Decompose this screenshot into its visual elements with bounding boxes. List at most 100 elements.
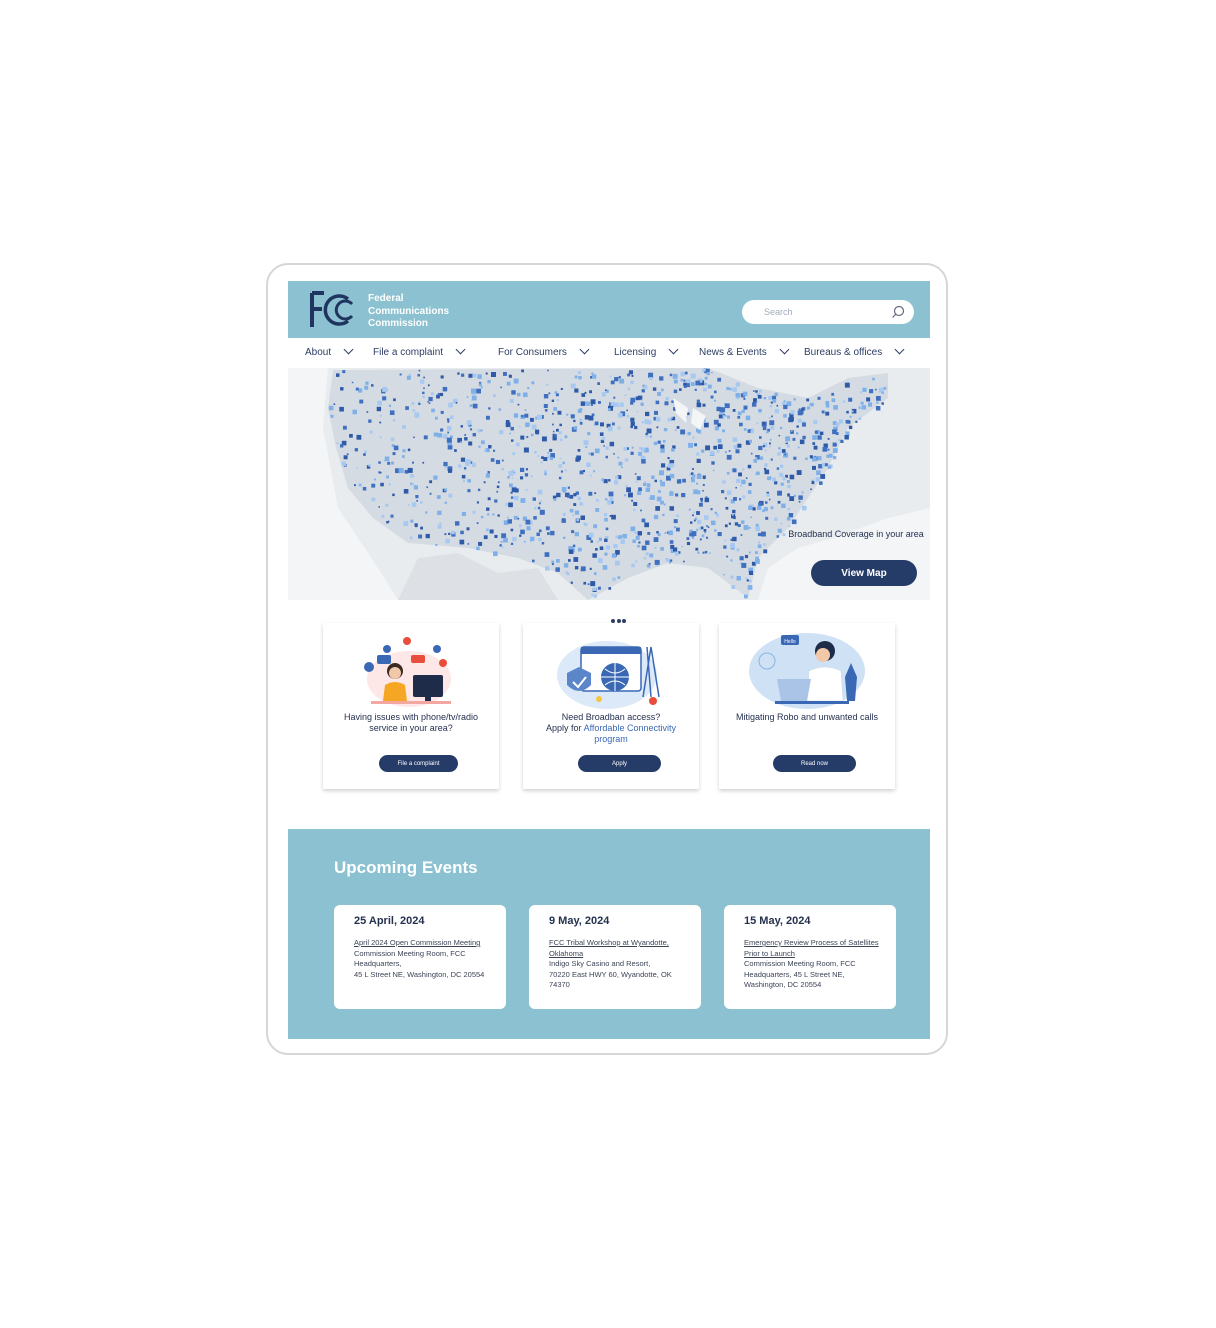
coverage-dot: [702, 551, 705, 554]
coverage-dot: [780, 426, 783, 430]
coverage-dot: [768, 396, 773, 400]
apply-button[interactable]: Apply: [578, 755, 661, 772]
coverage-dot: [476, 388, 481, 394]
coverage-dot: [592, 553, 597, 558]
affordable-connectivity-link[interactable]: Affordable Connectivity program: [584, 723, 676, 744]
read-now-button[interactable]: Read now: [773, 755, 856, 772]
coverage-dot: [485, 372, 488, 375]
coverage-dot: [417, 374, 420, 377]
coverage-dot: [849, 415, 852, 418]
coverage-dot: [368, 419, 372, 423]
coverage-dot: [507, 519, 512, 524]
coverage-dot: [423, 435, 428, 440]
coverage-dot: [703, 477, 706, 480]
coverage-dot: [777, 500, 781, 504]
event-card[interactable]: 15 May, 2024 Emergency Review Process of…: [724, 905, 896, 1009]
coverage-dot: [388, 483, 391, 486]
coverage-dot: [673, 379, 678, 384]
coverage-dot: [462, 479, 465, 482]
event-date: 9 May, 2024: [549, 915, 610, 927]
view-map-button[interactable]: View Map: [811, 560, 917, 586]
coverage-dot: [811, 481, 815, 485]
coverage-dot: [816, 470, 821, 475]
coverage-dot: [755, 390, 758, 393]
nav-item-file-complaint[interactable]: File a complaint: [373, 344, 466, 358]
coverage-dot: [448, 493, 453, 498]
event-link[interactable]: Emergency Review Process of Satellites P…: [744, 938, 886, 959]
coverage-dot: [655, 400, 660, 405]
card-text: Mitigating Robo and unwanted calls: [735, 712, 879, 722]
coverage-dot: [362, 487, 367, 491]
coverage-dot: [660, 481, 665, 487]
coverage-dot: [612, 577, 616, 582]
coverage-dot: [750, 452, 753, 455]
coverage-dot: [513, 378, 519, 384]
coverage-dot: [783, 404, 788, 410]
coverage-dot: [403, 521, 409, 526]
coverage-dot: [494, 499, 498, 503]
coverage-dot: [761, 531, 766, 537]
nav-label: Licensing: [614, 347, 657, 358]
coverage-dot: [743, 397, 746, 400]
coverage-dot: [570, 414, 575, 419]
file-complaint-button[interactable]: File a complaint: [379, 755, 458, 772]
coverage-dot: [503, 372, 507, 376]
coverage-dot: [393, 398, 396, 402]
coverage-dot: [466, 527, 470, 531]
coverage-dot: [732, 509, 736, 514]
coverage-dot: [648, 372, 654, 378]
coverage-dot: [696, 528, 699, 531]
coverage-dot: [831, 392, 835, 396]
coverage-dot: [861, 405, 867, 410]
coverage-dot: [537, 489, 543, 495]
coverage-dot: [653, 514, 659, 520]
coverage-dot: [510, 491, 513, 494]
coverage-dot: [711, 520, 716, 526]
coverage-dot: [660, 448, 665, 453]
coverage-dot: [427, 384, 430, 387]
coverage-dot: [545, 566, 550, 571]
coverage-dot: [579, 422, 583, 425]
coverage-dot: [605, 527, 609, 531]
event-link[interactable]: April 2024 Open Commission Meeting: [354, 938, 496, 949]
event-card[interactable]: 25 April, 2024 April 2024 Open Commissio…: [334, 905, 506, 1009]
org-name[interactable]: Federal Communications Commission: [368, 293, 449, 331]
coverage-dot: [622, 533, 627, 539]
coverage-dot: [753, 459, 758, 463]
coverage-dot: [724, 524, 728, 528]
coverage-dot: [524, 413, 529, 418]
coverage-dot: [705, 445, 710, 451]
coverage-dot: [550, 456, 554, 460]
coverage-dot: [579, 502, 583, 506]
coverage-dot: [671, 448, 675, 452]
coverage-dot: [543, 404, 548, 408]
search-icon[interactable]: [890, 304, 906, 320]
coverage-dot: [758, 408, 762, 413]
coverage-dot: [699, 538, 702, 541]
coverage-dot: [485, 473, 490, 478]
coverage-dot: [488, 407, 491, 410]
coverage-dot: [749, 439, 752, 443]
nav-item-licensing[interactable]: Licensing: [614, 344, 679, 358]
nav-item-news-events[interactable]: News & Events: [699, 344, 790, 358]
coverage-dot: [757, 532, 762, 537]
coverage-dot: [552, 430, 555, 433]
nav-item-about[interactable]: About: [305, 344, 354, 358]
broadband-map[interactable]: Broadband Coverage in your area View Map: [288, 368, 930, 600]
coverage-dot: [593, 572, 597, 575]
fcc-logo-icon[interactable]: [308, 289, 358, 331]
coverage-dot: [436, 495, 441, 499]
coverage-dot: [537, 414, 542, 420]
search-input[interactable]: [762, 300, 886, 324]
event-link[interactable]: FCC Tribal Workshop at Wyandotte, Oklaho…: [549, 938, 691, 959]
coverage-dot: [523, 540, 526, 543]
coverage-dot: [617, 535, 622, 539]
coverage-dot: [461, 511, 466, 517]
nav-label: About: [305, 347, 332, 358]
event-card[interactable]: 9 May, 2024 FCC Tribal Workshop at Wyand…: [529, 905, 701, 1009]
nav-item-bureaus[interactable]: Bureaus & offices: [804, 344, 905, 358]
coverage-dot: [433, 475, 438, 480]
coverage-dot: [507, 516, 509, 519]
nav-item-consumers[interactable]: For Consumers: [498, 344, 590, 358]
carousel-indicator[interactable]: [611, 610, 631, 623]
